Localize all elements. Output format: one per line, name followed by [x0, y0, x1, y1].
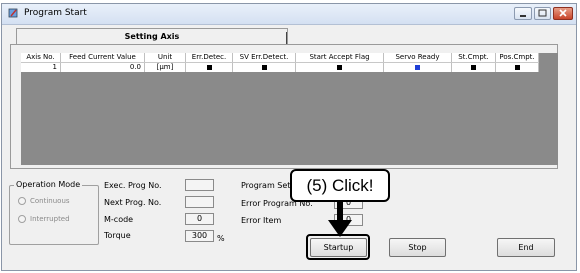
start-accept-flag-cell: [296, 63, 384, 72]
close-icon: [559, 9, 567, 17]
close-button[interactable]: [553, 7, 573, 20]
sv-err-detect-cell: [233, 63, 296, 72]
column-header: Pos.Cmpt.: [496, 53, 539, 62]
next-prog-no-label: Next Prog. No.: [104, 198, 162, 207]
exec-prog-no-field: [185, 179, 214, 191]
feed-current-value-cell: 0.0: [61, 63, 145, 72]
radio-icon: [18, 215, 26, 223]
status-square-icon: [337, 64, 342, 70]
stop-button[interactable]: Stop: [389, 238, 446, 257]
operation-mode-group: Operation Mode Continuous Interrupted: [9, 180, 99, 245]
interrupted-radio[interactable]: Interrupted: [18, 214, 98, 224]
window-title: Program Start: [24, 8, 87, 18]
exec-prog-no-label: Exec. Prog No.: [104, 181, 162, 190]
arrow-down-icon: [328, 200, 352, 237]
m-code-label: M-code: [104, 215, 134, 224]
maximize-icon: [538, 9, 547, 17]
interrupted-label: Interrupted: [30, 215, 70, 223]
status-square-icon: [206, 64, 212, 70]
column-header: Start Accept Flag: [296, 53, 384, 62]
status-square-icon: [261, 64, 267, 70]
continuous-label: Continuous: [30, 197, 70, 205]
error-item-label: Error Item: [241, 216, 282, 225]
column-header: Servo Ready: [384, 53, 452, 62]
app-icon: [8, 8, 18, 18]
column-header: Err.Detec.: [186, 53, 233, 62]
title-bar: Program Start: [2, 4, 576, 25]
next-prog-no-field: [185, 196, 214, 208]
st-cmpt-cell: [452, 63, 496, 72]
servo-ready-indicator-icon: [415, 64, 420, 70]
column-header: Feed Current Value: [61, 53, 145, 62]
tab-divider: [286, 32, 287, 44]
err-detec-cell: [186, 63, 233, 72]
status-square-icon: [471, 64, 476, 70]
column-header: SV Err.Detect.: [233, 53, 296, 62]
torque-field: 300: [185, 230, 214, 242]
continuous-radio[interactable]: Continuous: [18, 196, 98, 206]
maximize-button[interactable]: [534, 7, 551, 20]
click-callout: (5) Click!: [290, 169, 390, 202]
axis-no-cell: 1: [21, 63, 61, 72]
tab-label: Setting Axis: [124, 32, 180, 41]
operation-mode-title: Operation Mode: [14, 180, 83, 189]
m-code-field: 0: [185, 213, 214, 225]
radio-icon: [18, 197, 26, 205]
table-row[interactable]: 1 0.0 [μm]: [21, 62, 539, 72]
servo-ready-cell: [384, 63, 452, 72]
minimize-icon: [520, 15, 526, 17]
program-setting-label: Program Setti: [241, 181, 296, 190]
tab-setting-axis[interactable]: Setting Axis: [16, 28, 288, 45]
table-header: Axis No. Feed Current Value Unit Err.Det…: [21, 53, 539, 62]
torque-unit: %: [217, 234, 225, 243]
pos-cmpt-cell: [496, 63, 539, 72]
end-button[interactable]: End: [497, 238, 555, 257]
unit-cell: [μm]: [145, 63, 186, 72]
column-header: St.Cmpt.: [452, 53, 496, 62]
axis-grid: Axis No. Feed Current Value Unit Err.Det…: [21, 53, 558, 165]
minimize-button[interactable]: [514, 7, 532, 20]
column-header: Unit: [145, 53, 186, 62]
column-header: Axis No.: [21, 53, 61, 62]
status-square-icon: [514, 64, 520, 70]
torque-label: Torque: [104, 231, 131, 240]
